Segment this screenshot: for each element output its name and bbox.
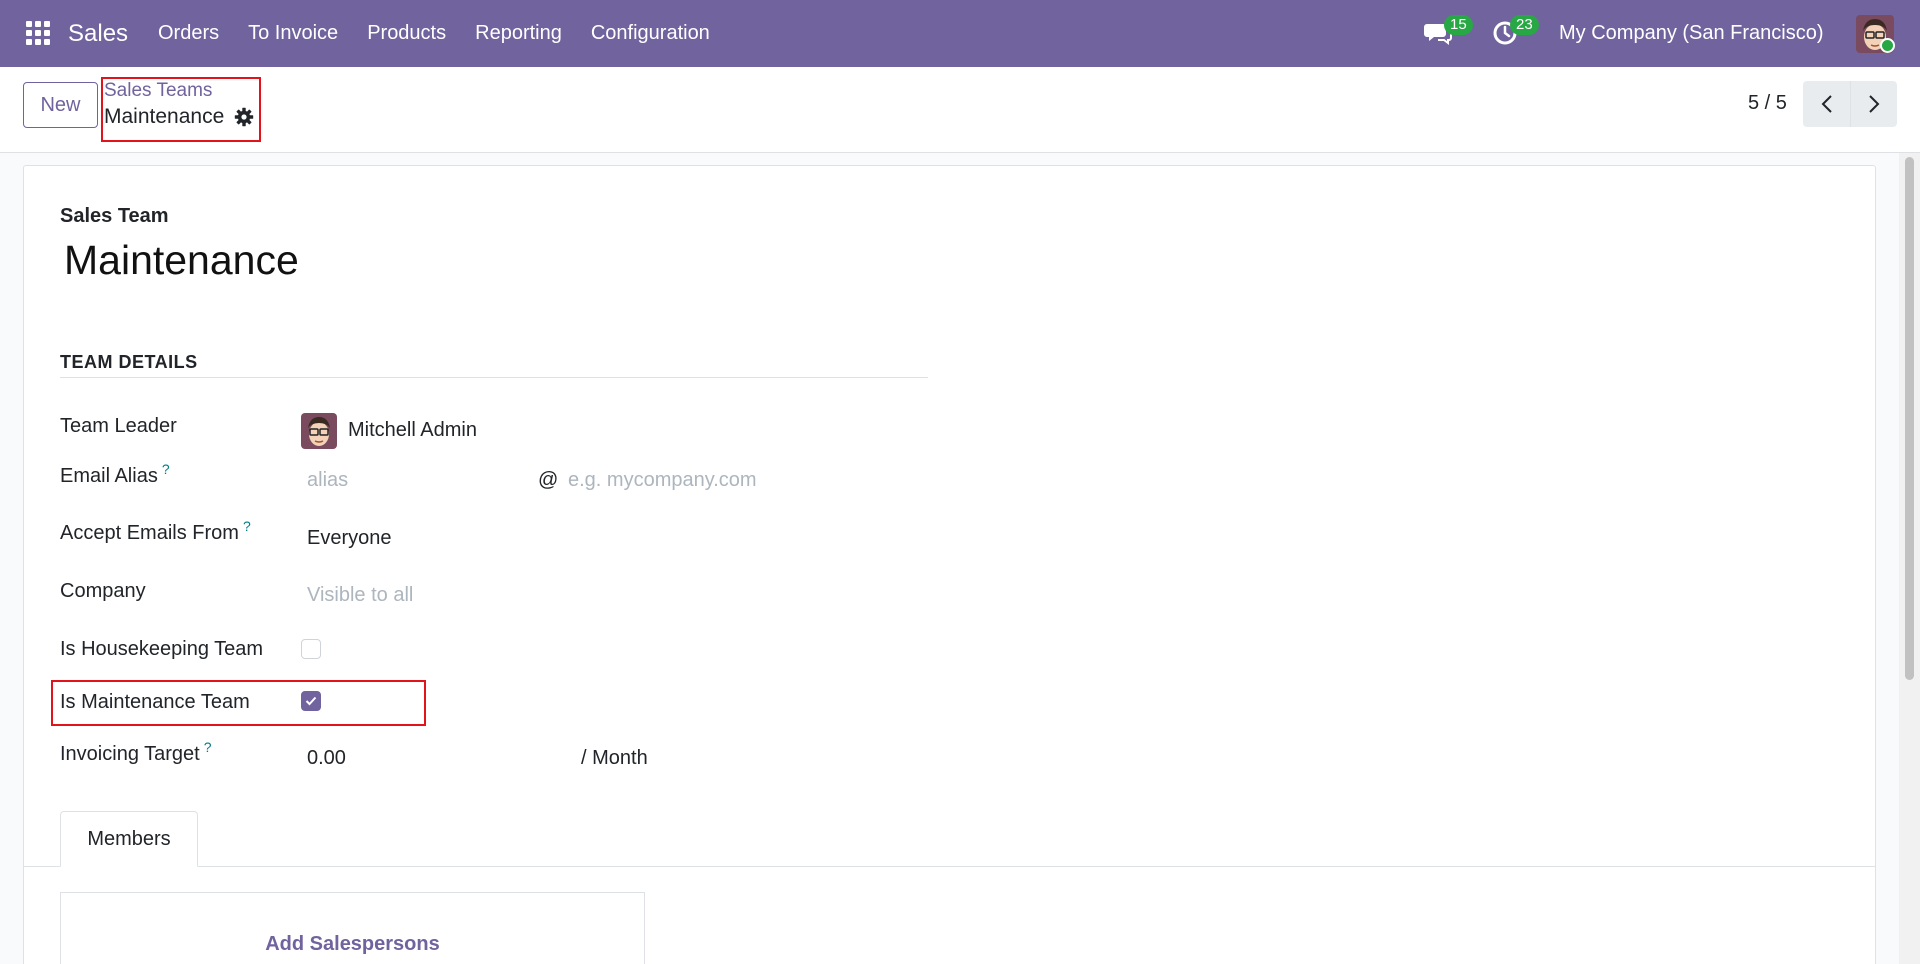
team-leader-value[interactable]: Mitchell Admin	[348, 419, 477, 442]
team-name-field[interactable]: Maintenance	[64, 237, 299, 284]
menu-item-orders[interactable]: Orders	[158, 22, 219, 45]
tab-members[interactable]: Members	[60, 811, 198, 867]
email-at-sign: @	[538, 469, 559, 491]
menu-item-configuration[interactable]: Configuration	[591, 22, 710, 45]
email-alias-label-text: Email Alias	[60, 465, 158, 487]
invoicing-target-label-text: Invoicing Target	[60, 743, 200, 765]
help-icon[interactable]: ?	[162, 461, 170, 477]
breadcrumb-current: Maintenance	[104, 105, 225, 128]
company-input[interactable]: Visible to all	[307, 584, 413, 607]
invoicing-target-input[interactable]: 0.00	[307, 747, 346, 770]
chevron-right-icon	[1869, 95, 1880, 113]
app-brand[interactable]: Sales	[68, 20, 128, 48]
pager-next-button[interactable]	[1850, 81, 1897, 127]
maintenance-checkbox[interactable]	[301, 691, 321, 711]
activities-count-badge: 23	[1510, 15, 1539, 35]
chevron-left-icon	[1821, 95, 1832, 113]
add-salespersons-card[interactable]: Add Salespersons	[60, 892, 645, 964]
email-alias-label: Email Alias?	[60, 461, 170, 488]
help-icon[interactable]: ?	[204, 739, 212, 755]
maintenance-label: Is Maintenance Team	[60, 691, 250, 713]
top-navbar: Sales Orders To Invoice Products Reporti…	[0, 0, 1920, 67]
main-menu: Orders To Invoice Products Reporting Con…	[158, 22, 739, 45]
housekeeping-checkbox[interactable]	[301, 639, 321, 659]
invoicing-target-label: Invoicing Target?	[60, 739, 212, 766]
add-salespersons-button[interactable]: Add Salespersons	[265, 933, 440, 956]
control-panel: New Sales Teams Maintenance 5 / 5	[0, 67, 1920, 153]
invoicing-target-period: / Month	[581, 747, 648, 769]
company-switcher[interactable]: My Company (San Francisco)	[1559, 22, 1824, 45]
gear-icon[interactable]	[234, 107, 254, 127]
housekeeping-label: Is Housekeeping Team	[60, 638, 264, 660]
menu-item-products[interactable]: Products	[367, 22, 446, 45]
scrollbar-thumb[interactable]	[1905, 157, 1914, 680]
team-leader-avatar	[301, 413, 337, 449]
email-domain-input[interactable]: e.g. mycompany.com	[568, 469, 757, 492]
menu-item-to-invoice[interactable]: To Invoice	[248, 22, 338, 45]
accept-emails-select[interactable]: Everyone	[307, 527, 392, 550]
check-icon	[305, 696, 317, 706]
pager-value[interactable]: 5 / 5	[1748, 92, 1787, 115]
new-button[interactable]: New	[23, 82, 98, 128]
messages-count-badge: 15	[1444, 15, 1473, 35]
accept-emails-label-text: Accept Emails From	[60, 522, 239, 544]
breadcrumb-sales-teams[interactable]: Sales Teams	[104, 80, 212, 102]
menu-item-reporting[interactable]: Reporting	[475, 22, 562, 45]
accept-emails-label: Accept Emails From?	[60, 518, 251, 545]
pager-previous-button[interactable]	[1803, 81, 1850, 127]
team-leader-label: Team Leader	[60, 415, 177, 437]
record-type-label: Sales Team	[60, 205, 169, 227]
section-divider	[60, 377, 928, 378]
tab-divider	[23, 866, 1876, 867]
apps-menu-icon[interactable]	[26, 21, 50, 45]
form-sheet	[23, 165, 1876, 964]
help-icon[interactable]: ?	[243, 518, 251, 534]
online-status-dot	[1880, 38, 1895, 53]
section-title: TEAM DETAILS	[60, 352, 198, 372]
email-alias-input[interactable]: alias	[307, 469, 348, 492]
company-label: Company	[60, 580, 146, 602]
